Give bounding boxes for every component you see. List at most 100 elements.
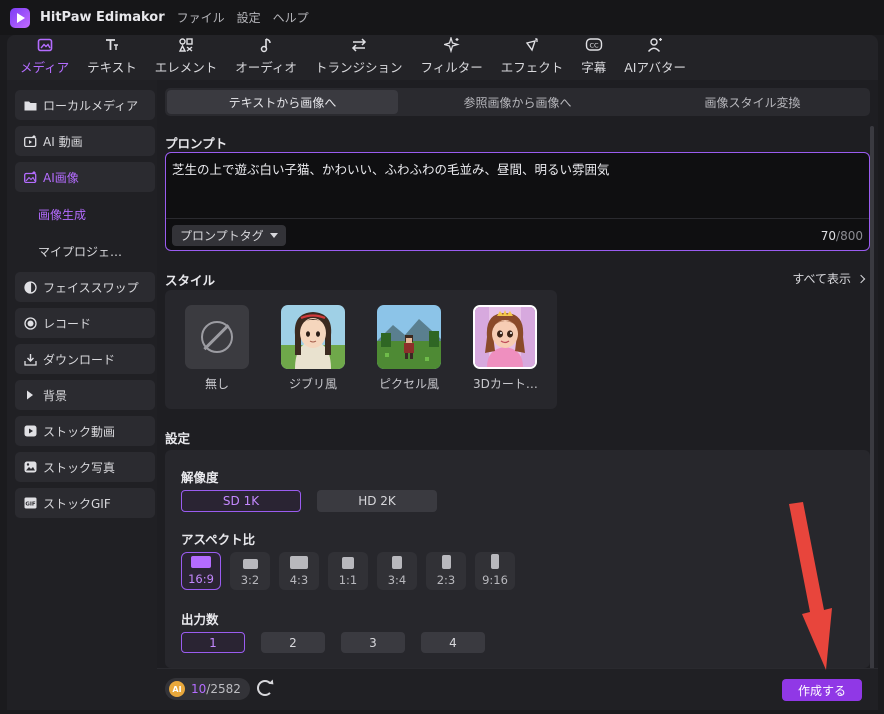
tab-element-label: エレメント (154, 60, 218, 75)
ai-video-icon (23, 134, 37, 148)
aspect-9-16[interactable]: 9:16 (475, 552, 515, 590)
sidebar-item-stock-video[interactable]: ストック動画 (15, 416, 155, 446)
tab-text[interactable]: テキスト (78, 36, 146, 80)
aspect-shape-icon (441, 555, 451, 569)
style-option-name: ピクセル風 (378, 377, 439, 391)
output-count-4[interactable]: 4 (421, 632, 485, 653)
tab-media[interactable]: メディア (11, 36, 78, 80)
tab-text-to-image[interactable]: テキストから画像へ (167, 90, 398, 114)
tab-subtitle-label: 字幕 (581, 60, 607, 75)
tab-transition-label: トランジション (314, 60, 403, 75)
prompt-tag-dropdown[interactable]: プロンプトタグ (172, 225, 286, 246)
element-icon (177, 36, 195, 54)
effect-icon (523, 36, 541, 54)
style-option-pixel[interactable]: ピクセル風 (377, 305, 441, 392)
aspect-2-3[interactable]: 2:3 (426, 552, 466, 590)
aspect-ratio-label: アスペクト比 (181, 532, 256, 547)
sidebar-item-label: レコード (43, 316, 92, 331)
tab-ai-avatar[interactable]: AIアバター (615, 36, 695, 80)
tab-audio[interactable]: オーディオ (226, 36, 306, 80)
audio-icon (257, 36, 275, 54)
aspect-3-4[interactable]: 3:4 (377, 552, 417, 590)
sidebar-item-record[interactable]: レコード (15, 308, 155, 338)
download-icon (23, 352, 37, 366)
style-label: スタイル (165, 273, 216, 288)
prompt-text[interactable]: 芝生の上で遊ぶ白い子猫、かわいい、ふわふわの毛並み、昼間、明るい雰囲気 (172, 159, 610, 178)
aspect-shape-icon (392, 556, 402, 569)
title-bar: HitPaw Edimakor ファイル 設定 ヘルプ (0, 0, 884, 35)
sidebar-item-label: 背景 (43, 388, 68, 403)
tab-style-transfer[interactable]: 画像スタイル変換 (637, 90, 868, 114)
sidebar-item-ai-image[interactable]: AI画像 (15, 162, 155, 192)
create-button[interactable]: 作成する (782, 679, 862, 701)
tab-audio-label: オーディオ (235, 60, 297, 75)
pixel-thumbnail (377, 305, 441, 369)
char-count-current: 70 (820, 229, 837, 243)
stock-photo-icon (23, 460, 37, 474)
aspect-16-9[interactable]: 16:9 (181, 552, 221, 590)
svg-text:GIF: GIF (25, 502, 36, 508)
sidebar-item-background[interactable]: 背景 (15, 380, 155, 410)
sidebar-item-stock-photo[interactable]: ストック写真 (15, 452, 155, 482)
menu-help[interactable]: ヘルプ (273, 9, 309, 26)
aspect-1-1[interactable]: 1:1 (328, 552, 368, 590)
aspect-label: 3:2 (240, 573, 260, 587)
menu-settings[interactable]: 設定 (237, 9, 261, 26)
tab-filter[interactable]: フィルター (411, 36, 491, 80)
char-counter: 70/800 (821, 229, 863, 243)
aspect-shape-icon (491, 554, 499, 569)
sidebar: ローカルメディア AI 動画 AI画像 画像生成 マイプロジェ… フェイススワッ… (7, 80, 157, 710)
top-toolbar: メディア テキスト エレメント オーディオ トランジション フィルター エフェク… (7, 35, 878, 80)
credits-total: /2582 (206, 682, 241, 696)
sidebar-item-label: AI画像 (43, 170, 79, 185)
resolution-hd-2k[interactable]: HD 2K (317, 490, 437, 512)
transition-icon (350, 36, 368, 54)
sidebar-item-face-swap[interactable]: フェイススワップ (15, 272, 155, 302)
output-count-1[interactable]: 1 (181, 632, 245, 653)
sidebar-item-stock-gif[interactable]: GIF ストックGIF (15, 488, 155, 518)
tab-media-label: メディア (20, 60, 70, 75)
3d-cartoon-thumbnail (473, 305, 537, 369)
output-count-2[interactable]: 2 (261, 632, 325, 653)
bottom-bar: AI 10/2582 作成する (157, 668, 878, 710)
main-panel: テキストから画像へ 参照画像から画像へ 画像スタイル変換 プロンプト 芝生の上で… (157, 80, 878, 710)
style-option-3d-cartoon[interactable]: 3Dカート… (473, 305, 538, 392)
filter-icon (443, 36, 461, 54)
sidebar-item-ai-video[interactable]: AI 動画 (15, 126, 155, 156)
tab-ai-avatar-label: AIアバター (624, 60, 686, 75)
aspect-4-3[interactable]: 4:3 (279, 552, 319, 590)
sidebar-item-label: ストックGIF (43, 496, 111, 511)
tab-element[interactable]: エレメント (146, 36, 227, 80)
aspect-label: 2:3 (436, 573, 456, 587)
sidebar-sub-my-projects[interactable]: マイプロジェ… (38, 243, 122, 260)
aspect-shape-icon (242, 559, 258, 569)
aspect-3-2[interactable]: 3:2 (230, 552, 270, 590)
prompt-divider (166, 218, 869, 219)
tab-image-to-image[interactable]: 参照画像から画像へ (402, 90, 633, 114)
tab-transition[interactable]: トランジション (306, 36, 412, 80)
sidebar-item-download[interactable]: ダウンロード (15, 344, 155, 374)
menu-file[interactable]: ファイル (177, 9, 225, 26)
aspect-shape-icon (290, 556, 308, 569)
tab-subtitle[interactable]: CC 字幕 (572, 36, 615, 80)
resolution-label: 解像度 (181, 470, 219, 485)
caret-down-icon (269, 233, 278, 238)
sidebar-item-local-media[interactable]: ローカルメディア (15, 90, 155, 120)
sidebar-item-label: フェイススワップ (43, 280, 139, 295)
refresh-icon[interactable] (257, 680, 273, 696)
resolution-sd-1k[interactable]: SD 1K (181, 490, 301, 512)
tab-effect[interactable]: エフェクト (492, 36, 573, 80)
output-count-3[interactable]: 3 (341, 632, 405, 653)
app-logo-icon (10, 7, 30, 28)
tab-filter-label: フィルター (420, 60, 483, 75)
no-style-icon (185, 305, 249, 369)
prompt-input[interactable]: 芝生の上で遊ぶ白い子猫、かわいい、ふわふわの毛並み、昼間、明るい雰囲気 プロンプ… (165, 152, 870, 251)
show-all-link[interactable]: すべて表示 (792, 270, 866, 287)
style-option-none[interactable]: 無し (185, 305, 249, 392)
scrollbar[interactable] (870, 126, 874, 671)
aspect-shape-icon (342, 557, 354, 569)
output-count-label: 出力数 (181, 612, 219, 627)
record-icon (23, 316, 37, 330)
style-option-ghibli[interactable]: ジブリ風 (281, 305, 345, 392)
sidebar-sub-image-generation[interactable]: 画像生成 (38, 206, 86, 223)
